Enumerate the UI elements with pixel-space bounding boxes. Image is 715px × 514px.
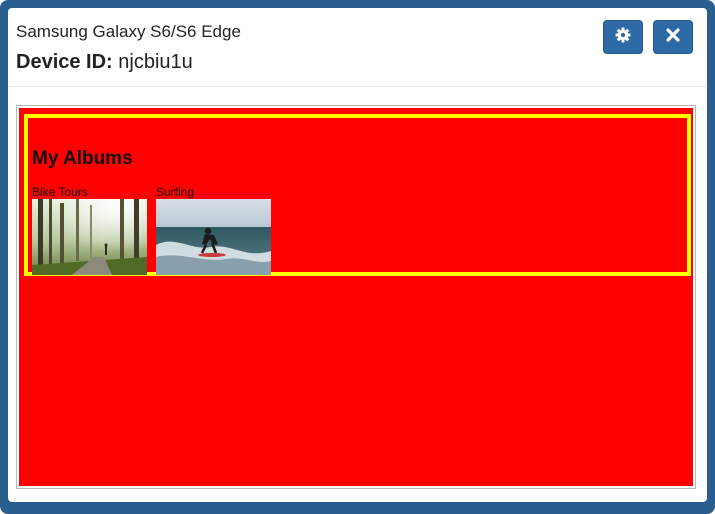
settings-button[interactable] xyxy=(603,20,643,54)
gear-icon xyxy=(615,27,631,48)
album-label: Surfing xyxy=(156,185,195,199)
device-screen: My Albums Bike Tours Surfing xyxy=(19,108,693,486)
albums-section: My Albums Bike Tours Surfing xyxy=(24,114,691,276)
album-thumbnail-forest[interactable] xyxy=(32,199,147,275)
album-surfing[interactable]: Surfing xyxy=(156,185,271,275)
device-id-value: njcbiu1u xyxy=(118,51,193,73)
close-icon xyxy=(666,27,680,47)
album-bike-tours[interactable]: Bike Tours xyxy=(32,185,147,275)
device-id: Device ID: njcbiu1u xyxy=(16,51,193,74)
album-label: Bike Tours xyxy=(32,185,88,199)
device-id-label: Device ID: xyxy=(16,51,113,73)
modal-frame: Samsung Galaxy S6/S6 Edge Device ID: njc… xyxy=(0,0,715,514)
device-name: Samsung Galaxy S6/S6 Edge xyxy=(16,22,241,41)
device-preview-panel: Samsung Galaxy S6/S6 Edge Device ID: njc… xyxy=(8,8,707,502)
panel-header: Samsung Galaxy S6/S6 Edge Device ID: njc… xyxy=(8,8,707,87)
device-screen-viewport: My Albums Bike Tours Surfing xyxy=(16,105,696,489)
close-button[interactable] xyxy=(653,20,693,54)
album-thumbnail-surfer[interactable] xyxy=(156,199,271,275)
albums-title: My Albums xyxy=(32,148,133,169)
